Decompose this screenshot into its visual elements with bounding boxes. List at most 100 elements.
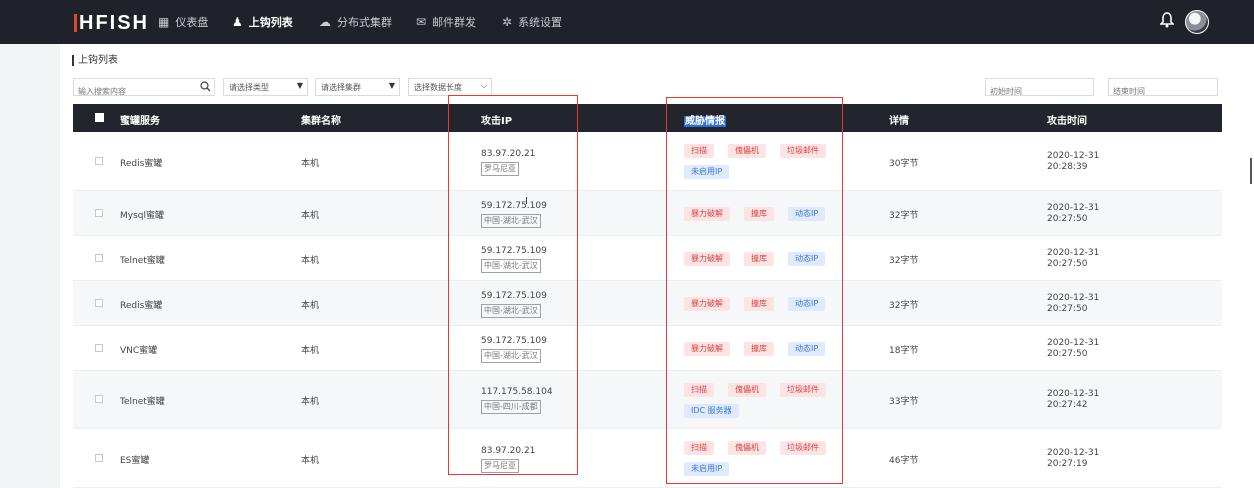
bell-icon[interactable] [1159,12,1176,30]
attack-clock: 20:28:39 [1047,162,1088,172]
service-name: VNC蜜罐 [120,346,158,356]
detail-size[interactable]: 32字节 [889,298,918,311]
service-name: Mysql蜜罐 [120,211,164,221]
detail-size[interactable]: 32字节 [889,253,918,266]
chevron-down-icon: ▼ [388,81,395,90]
attack-date: 2020-12-31 [1047,448,1100,458]
table-header: 蜜罐服务 集群名称 攻击IP 威胁情报 详情 攻击时间 [73,104,1222,132]
start-time-field[interactable] [985,78,1094,100]
attack-date: 2020-12-31 [1047,293,1100,303]
dashboard-icon: ▦ [158,15,170,29]
attack-time: 2020-12-31 20:27:50 [1047,293,1099,315]
service-name: Telnet蜜罐 [120,397,165,407]
end-time-input[interactable] [1109,83,1217,100]
table-row[interactable]: Telnet蜜罐 本机 117.175.58.104 中国-四川-成都 扫描 傀儡机 垃圾邮… [73,371,1222,429]
start-time-input[interactable] [986,83,1093,100]
breadcrumb: 上钩列表 [72,55,118,66]
service-name: Redis蜜罐 [120,301,163,311]
cluster-name: 本机 [301,397,320,407]
detail-size[interactable]: 46字节 [889,453,918,466]
row-checkbox[interactable] [95,209,103,217]
row-checkbox[interactable] [95,254,103,262]
intel-annotation-box [666,97,843,484]
select-all-checkbox[interactable] [95,113,104,122]
attack-date: 2020-12-31 [1047,203,1100,213]
attack-clock: 20:27:19 [1047,459,1088,469]
header-service: 蜜罐服务 [120,116,160,127]
attack-time: 2020-12-31 20:27:42 [1047,389,1099,411]
search-box[interactable] [73,78,215,100]
avatar[interactable] [1185,10,1209,34]
detail-size[interactable]: 30字节 [889,156,918,169]
hfish-logo[interactable]: HFISH [74,12,149,34]
attack-time: 2020-12-31 20:27:50 [1047,338,1099,360]
nav-settings[interactable]: ✲ 系统设置 [502,0,562,44]
detail-size[interactable]: 32字节 [889,208,918,221]
attack-time: 2020-12-31 20:28:39 [1047,151,1099,173]
search-input[interactable] [74,83,214,100]
search-icon[interactable] [200,81,211,95]
attack-date: 2020-12-31 [1047,248,1100,258]
table-row[interactable]: ES蜜罐 本机 83.97.20.21 罗马尼亚 扫描 傀儡机 垃圾邮件未启用IP 46字节 2… [73,429,1222,488]
cluster-select-value: 请选择集群 [321,83,361,92]
chevron-down-icon: ▼ [296,81,303,90]
table-row[interactable]: Redis蜜罐 本机 83.97.20.21 罗马尼亚 扫描 傀儡机 垃圾邮件未启用IP 30… [73,132,1222,191]
attack-clock: 20:27:50 [1047,349,1088,359]
service-name: Telnet蜜罐 [120,256,165,266]
header-detail: 详情 [889,116,909,127]
table-row[interactable]: Mysql蜜罐 本机 59.172.75.109 中国-湖北-武汉 暴力破解 撞库 动态IP… [73,191,1222,236]
type-select-value: 请选择类型 [229,83,269,92]
nav-label: 上钩列表 [248,16,293,29]
type-select[interactable]: 请选择类型 ▼ [223,78,308,96]
logo-accent [74,14,77,32]
scrollbar[interactable] [1250,158,1252,184]
attack-date: 2020-12-31 [1047,389,1100,399]
length-select[interactable]: 选择数据长度 ⌵ [408,78,492,96]
end-time-field[interactable] [1108,78,1218,100]
cluster-name: 本机 [301,159,320,169]
cluster-name: 本机 [301,256,320,266]
attack-date: 2020-12-31 [1047,151,1100,161]
service-name: Redis蜜罐 [120,159,163,169]
cluster-select[interactable]: 请选择集群 ▼ [315,78,400,96]
nav-hooked-list[interactable]: ♟ 上钩列表 [232,0,293,44]
gear-icon: ✲ [502,15,513,29]
nav-mail[interactable]: ✉ 邮件群发 [416,0,476,44]
cluster-name: 本机 [301,301,320,311]
attack-clock: 20:27:42 [1047,400,1088,410]
detail-size[interactable]: 18字节 [889,343,918,356]
logo-text: HFISH [79,11,149,34]
row-checkbox[interactable] [95,344,103,352]
row-checkbox[interactable] [95,454,103,462]
attack-date: 2020-12-31 [1047,338,1100,348]
nav-label: 系统设置 [518,16,563,29]
row-checkbox[interactable] [95,299,103,307]
nav-label: 邮件群发 [432,16,477,29]
nav-dashboard[interactable]: ▦ 仪表盘 [158,0,208,44]
chevron-down-icon: ⌵ [480,81,487,90]
attack-clock: 20:27:50 [1047,259,1088,269]
cluster-name: 本机 [301,456,320,466]
attack-time: 2020-12-31 20:27:50 [1047,248,1099,270]
table-row[interactable]: Redis蜜罐 本机 59.172.75.109 中国-湖北-武汉 暴力破解 撞库 动态IP… [73,281,1222,326]
row-checkbox[interactable] [95,157,103,165]
text-cursor-icon: I [525,196,528,207]
ip-annotation-box [448,95,578,475]
nav-label: 仪表盘 [175,16,209,29]
table-row[interactable]: VNC蜜罐 本机 59.172.75.109 中国-湖北-武汉 暴力破解 撞库 动态IP 18… [73,326,1222,371]
nav-cluster[interactable]: ☁ 分布式集群 [319,0,392,44]
attack-time: 2020-12-31 20:27:50 [1047,203,1099,225]
table-row[interactable]: Telnet蜜罐 本机 59.172.75.109 中国-湖北-武汉 暴力破解 撞库 动态I… [73,236,1222,281]
mail-icon: ✉ [416,15,427,29]
detail-size[interactable]: 33字节 [889,394,918,407]
row-checkbox[interactable] [95,395,103,403]
hacker-icon: ♟ [232,15,243,29]
top-navbar: HFISH ▦ 仪表盘 ♟ 上钩列表 ☁ 分布式集群 ✉ 邮件群发 ✲ 系统设置 [0,0,1254,44]
header-cluster: 集群名称 [301,116,341,127]
cloud-icon: ☁ [319,15,331,29]
attack-time: 2020-12-31 20:27:19 [1047,448,1099,470]
header-time: 攻击时间 [1047,116,1087,127]
attack-clock: 20:27:50 [1047,214,1088,224]
nav-label: 分布式集群 [337,16,392,29]
cluster-name: 本机 [301,211,320,221]
